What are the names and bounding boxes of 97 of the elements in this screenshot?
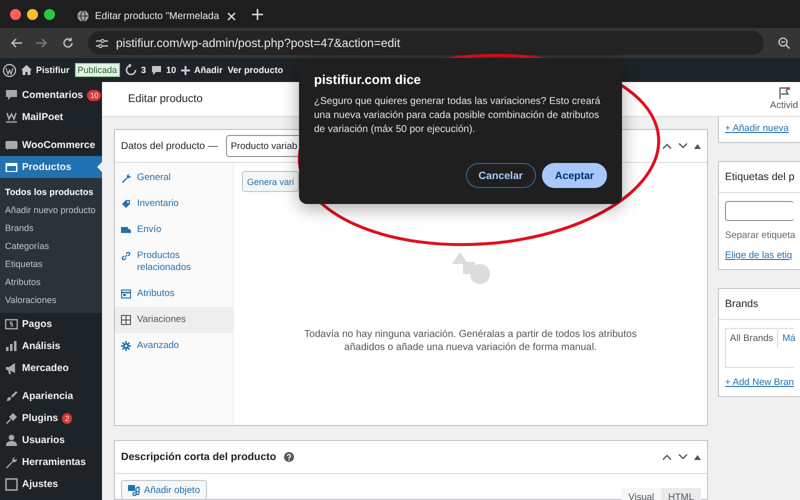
accept-button[interactable]: Aceptar — [542, 163, 607, 188]
brush-icon — [5, 390, 18, 402]
menu-item[interactable]: Usuarios — [0, 429, 102, 451]
media-icon — [128, 484, 140, 496]
page-title: Editar producto — [128, 93, 203, 105]
menu-item[interactable]: Herramientas — [0, 451, 102, 473]
menu-item[interactable]: MailPoet — [0, 106, 102, 128]
wrench-icon — [121, 173, 131, 183]
cancel-button[interactable]: Cancelar — [466, 163, 536, 188]
triangle-up-icon[interactable] — [694, 144, 701, 148]
chevron-down-icon[interactable] — [678, 454, 688, 460]
refresh-icon — [125, 64, 138, 76]
plus-icon — [181, 66, 190, 74]
person-icon — [5, 434, 18, 446]
panel-title: Datos del producto — — [121, 140, 218, 152]
speech-box-icon — [5, 138, 18, 152]
back-icon[interactable] — [10, 38, 22, 48]
add-media-button[interactable]: Añadir objeto — [121, 480, 207, 500]
submenu-item[interactable]: Atributos — [0, 273, 102, 291]
close-dot-icon[interactable] — [10, 8, 21, 20]
dialog-title: pistifiur.com dice — [314, 72, 422, 87]
menu-item[interactable]: Apariencia — [0, 385, 102, 407]
submenu-item[interactable]: Valoraciones — [0, 291, 102, 309]
dialog-message: ¿Seguro que quieres generar todas las variaciones? Esto creará una nueva variación para cada posible combinación de atributos de variación (máx 50 por ejecución). — [314, 95, 602, 137]
panel-title: Etiquetas del p — [719, 162, 800, 193]
submenu-item[interactable]: Etiquetas — [0, 255, 102, 273]
panel-title: Brands — [719, 289, 800, 320]
generate-variations-button[interactable]: Genera vari — [242, 171, 300, 192]
comments-link[interactable]: 10 — [151, 64, 176, 76]
close-icon[interactable] — [227, 12, 236, 20]
brands-tab[interactable]: Má — [778, 329, 800, 348]
empty-state-message: Todavía no hay ninguna variación. Genéralas a partir de todos los atributos añadidos o añade una nueva variación de forma manual. — [303, 328, 638, 354]
chevron-down-icon[interactable] — [678, 143, 688, 149]
menu-item[interactable]: Ajustes — [0, 473, 102, 495]
product-data-tab[interactable]: Productos relacionados — [115, 243, 233, 281]
add-brand-link[interactable]: + Add New Bran — [725, 377, 794, 388]
zoom-out-icon[interactable] — [778, 37, 790, 49]
editor-tab[interactable]: HTML — [661, 488, 701, 500]
menu-item[interactable]: Productos — [0, 156, 102, 178]
globe-icon — [77, 10, 89, 22]
editor-tab[interactable]: Visual — [621, 488, 662, 500]
browser-tab[interactable]: Editar producto "Mermelada — [69, 4, 244, 28]
product-data-tab[interactable]: Atributos — [115, 281, 233, 307]
product-data-tab[interactable]: General — [115, 165, 233, 191]
tag-icon — [121, 199, 131, 209]
menu-item[interactable]: Pagos — [0, 313, 102, 335]
tag-input-field[interactable] — [725, 201, 794, 221]
submenu-item[interactable]: Añadir nuevo producto — [0, 201, 102, 219]
menu-item[interactable]: WooCommerce — [0, 134, 102, 156]
minimize-dot-icon[interactable] — [27, 8, 38, 20]
wrench-icon — [5, 456, 18, 468]
dollar-box-icon — [5, 318, 18, 330]
tab-title: Editar producto "Mermelada — [95, 10, 220, 22]
activity-button[interactable]: Activid — [770, 87, 798, 111]
status-badge: Publicada — [74, 63, 120, 77]
menu-item[interactable]: Análisis — [0, 335, 102, 357]
flag-icon — [778, 87, 790, 99]
product-data-tab[interactable]: Envío — [115, 217, 233, 243]
reload-icon[interactable] — [62, 37, 74, 49]
chevron-up-icon[interactable] — [662, 454, 672, 460]
add-category-link[interactable]: + Añadir nueva — [725, 123, 789, 134]
panel-title: Descripción corta del producto — [121, 451, 276, 463]
home-icon — [21, 65, 32, 75]
url-text: pistifiur.com/wp-admin/post.php?post=47&action=edit — [116, 36, 400, 50]
updates-link[interactable]: 3 — [125, 64, 146, 76]
product-data-tab[interactable]: Variaciones — [115, 307, 233, 333]
product-data-tab[interactable]: Avanzado — [115, 333, 233, 359]
site-link[interactable]: Pistifiur — [21, 65, 70, 75]
site-name: Pistifiur — [36, 65, 70, 75]
choose-tags-link[interactable]: Elige de las etiq — [725, 250, 794, 261]
hint-text: Separar etiqueta — [725, 230, 794, 241]
product-data-tab[interactable]: Inventario — [115, 191, 233, 217]
submenu-item[interactable]: Brands — [0, 219, 102, 237]
table-icon — [121, 289, 131, 299]
forward-icon[interactable] — [36, 38, 48, 48]
help-icon[interactable] — [284, 452, 294, 462]
square-icon — [5, 478, 18, 490]
menu-item[interactable]: Mercadeo — [0, 357, 102, 379]
submenu-item[interactable]: Categorías — [0, 237, 102, 255]
wordpress-logo-icon[interactable] — [3, 64, 16, 76]
gear-icon — [121, 341, 131, 351]
grid-icon — [121, 315, 131, 325]
archive-box-icon — [5, 160, 18, 174]
site-settings-icon[interactable] — [96, 38, 108, 48]
add-new-link[interactable]: Añadir — [181, 65, 223, 75]
comment-icon — [151, 64, 162, 76]
address-bar[interactable]: pistifiur.com/wp-admin/post.php?post=47&action=edit — [88, 31, 764, 55]
comment-icon — [5, 88, 18, 102]
megaphone-icon — [5, 362, 18, 374]
chevron-up-icon[interactable] — [662, 143, 672, 149]
new-tab-icon[interactable] — [252, 8, 263, 20]
view-product-link[interactable]: Ver producto — [228, 65, 284, 75]
triangle-up-icon[interactable] — [694, 454, 701, 460]
bar-chart-icon — [5, 340, 18, 352]
link-icon — [121, 251, 131, 261]
zoom-dot-icon[interactable] — [44, 8, 55, 20]
submenu-item[interactable]: Todos los productos — [0, 183, 102, 201]
